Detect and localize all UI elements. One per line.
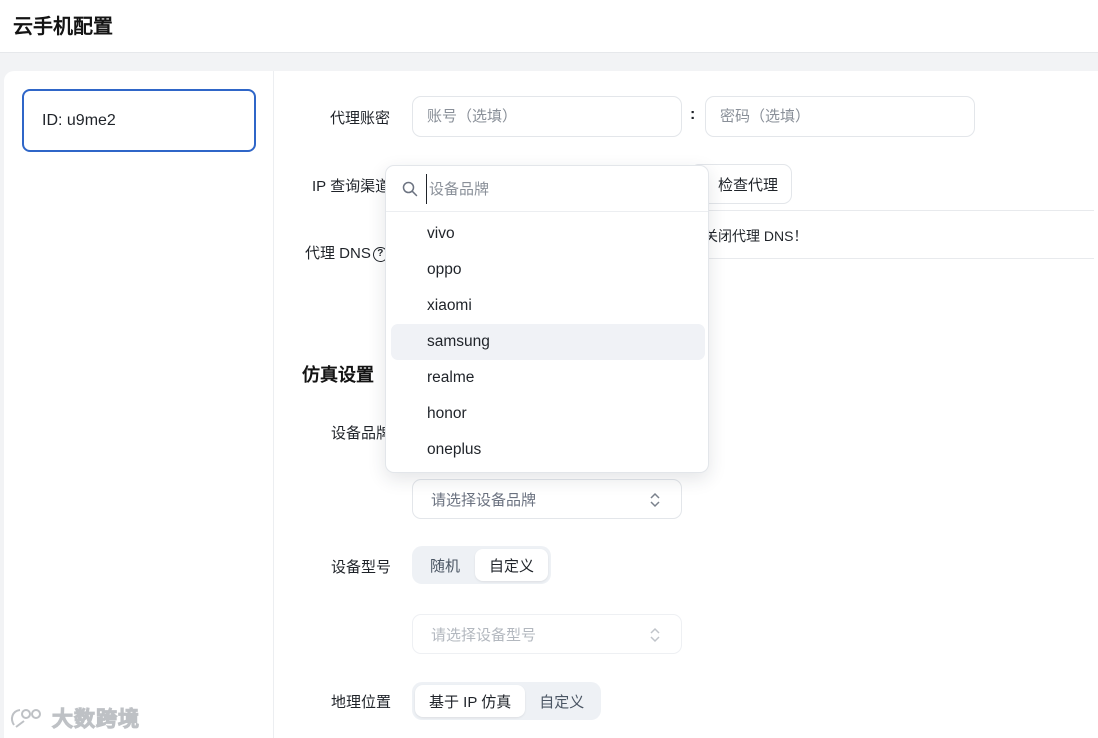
proxy-dns-text: 代理 DNS (305, 245, 371, 262)
dropdown-search (386, 166, 708, 212)
watermark-text: 大数跨境 (52, 708, 140, 732)
proxy-dns-label: 代理 DNS? (305, 242, 388, 263)
brand-option[interactable]: xiaomi (391, 288, 705, 324)
device-id: ID: u9me2 (42, 111, 116, 129)
brand-option[interactable]: honor (391, 396, 705, 432)
model-option-custom[interactable]: 自定义 (475, 549, 549, 581)
location-option-ip[interactable]: 基于 IP 仿真 (415, 685, 526, 717)
device-brand-label: 设备品牌 (331, 425, 392, 442)
dns-note: 关闭代理 DNS！ (704, 228, 808, 244)
ip-channel-label: IP 查询渠道 (312, 178, 391, 195)
brand-option[interactable]: oppo (391, 252, 705, 288)
brand-search-input[interactable] (426, 174, 696, 204)
location-option-custom[interactable]: 自定义 (525, 685, 598, 717)
device-model-select[interactable]: 请选择设备型号 (412, 614, 682, 654)
location-segmented: 基于 IP 仿真 自定义 (412, 682, 602, 720)
top-bar: 云手机配置 (0, 0, 1098, 53)
device-model-label: 设备型号 (331, 559, 392, 576)
model-option-random[interactable]: 随机 (415, 549, 475, 581)
proxy-account-label: 代理账密 (330, 110, 391, 127)
account-separator: : (690, 106, 696, 123)
device-model-placeholder: 请选择设备型号 (431, 626, 537, 644)
brand-options-list: vivo oppo xiaomi samsung realme honor on… (391, 216, 705, 468)
proxy-account-input[interactable] (412, 96, 682, 137)
check-proxy-label: 检查代理 (717, 176, 778, 194)
brand-dropdown: vivo oppo xiaomi samsung realme honor on… (385, 165, 709, 473)
device-brand-placeholder: 请选择设备品牌 (431, 491, 537, 509)
device-brand-select[interactable]: 请选择设备品牌 (412, 479, 682, 519)
location-label: 地理位置 (331, 694, 392, 711)
brand-option[interactable]: oneplus (391, 432, 705, 468)
brand-option[interactable]: realme (391, 360, 705, 396)
page-title: 云手机配置 (13, 16, 113, 38)
search-icon (402, 181, 418, 197)
chevron-up-down-icon (650, 627, 660, 643)
brand-option-highlighted[interactable]: samsung (391, 324, 705, 360)
emulation-section-title: 仿真设置 (302, 365, 374, 385)
brand-option[interactable]: vivo (391, 216, 705, 252)
proxy-password-input[interactable] (705, 96, 975, 137)
watermark-logo-icon (11, 709, 41, 728)
sidebar: ID: u9me2 (4, 71, 274, 738)
device-model-segmented: 随机 自定义 (412, 546, 552, 584)
watermark: 大数跨境 (8, 703, 140, 733)
chevron-up-down-icon (650, 492, 660, 508)
device-card[interactable]: ID: u9me2 (22, 89, 256, 152)
